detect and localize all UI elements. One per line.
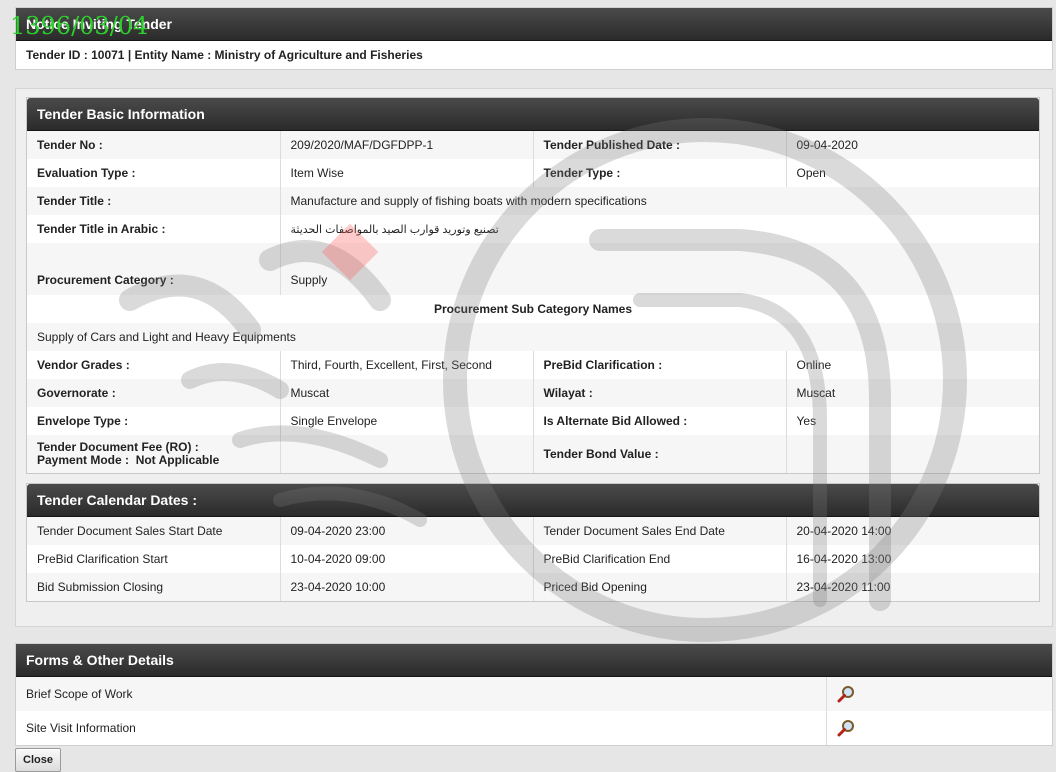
table-row: Tender Document Sales Start Date 09-04-2… [27,517,1039,545]
close-button[interactable]: Close [15,748,61,772]
date-stamp: 1396/03/04 [10,12,149,40]
calendar-value: 23-04-2020 11:00 [786,573,1039,601]
payment-mode-label: Payment Mode : [37,453,130,467]
table-row: Tender Document Fee (RO) : Payment Mode … [27,435,1039,473]
calendar-label: Bid Submission Closing [27,573,281,601]
table-row: Envelope Type : Single Envelope Is Alter… [27,407,1039,435]
prebid-value: Online [786,351,1039,379]
bond-value [786,435,1039,473]
notice-panel: Notice Inviting Tender Tender ID : 10071… [15,7,1053,70]
table-row: Tender Title in Arabic : تصنيع وتوريد قو… [27,215,1039,243]
payment-mode-value: Not Applicable [135,453,220,467]
arabic-title-value: تصنيع وتوريد قوارب الصيد بالمواصفات الحد… [280,215,1039,243]
published-date-label: Tender Published Date : [533,131,787,159]
table-row: Vendor Grades : Third, Fourth, Excellent… [27,351,1039,379]
arabic-title-text: تصنيع وتوريد قوارب الصيد بالمواصفات الحد… [290,224,499,236]
calendar-value: 16-04-2020 13:00 [786,545,1039,573]
table-row: Evaluation Type : Item Wise Tender Type … [27,159,1039,187]
calendar-value: 10-04-2020 09:00 [280,545,534,573]
alternate-bid-value: Yes [786,407,1039,435]
published-date-value: 09-04-2020 [786,131,1039,159]
form-item-label: Brief Scope of Work [16,677,827,711]
wilayat-value: Muscat [786,379,1039,407]
prebid-label: PreBid Clarification : [533,351,787,379]
tender-no-label: Tender No : [27,131,281,159]
vendor-grades-label: Vendor Grades : [27,351,281,379]
form-item-label: Site Visit Information [16,711,827,745]
category-label: Procurement Category : [27,243,281,295]
tender-title-label: Tender Title : [27,187,281,215]
table-row: Procurement Sub Category Names [27,295,1039,323]
magnifier-icon[interactable] [837,685,855,703]
tender-type-value: Open [786,159,1039,187]
document-fee-value [280,435,534,473]
calendar-table: Tender Document Sales Start Date 09-04-2… [27,517,1039,601]
calendar-value: 23-04-2020 10:00 [280,573,534,601]
wilayat-label: Wilayat : [533,379,787,407]
table-row: Site Visit Information [16,711,1052,745]
table-row: Supply of Cars and Light and Heavy Equip… [27,323,1039,351]
bond-value-label: Tender Bond Value : [533,435,787,473]
calendar-label: Tender Document Sales End Date [533,517,787,545]
alternate-bid-label: Is Alternate Bid Allowed : [533,407,787,435]
calendar-label: Tender Document Sales Start Date [27,517,281,545]
forms-table: Brief Scope of Work Site Visit Informati… [16,677,1052,745]
forms-title: Forms & Other Details [16,644,1052,677]
table-row: Governorate : Muscat Wilayat : Muscat [27,379,1039,407]
category-value: Supply [280,243,1039,295]
governorate-label: Governorate : [27,379,281,407]
calendar-value: 09-04-2020 23:00 [280,517,534,545]
tender-no-value: 209/2020/MAF/DGFDPP-1 [280,131,534,159]
evaluation-type-value: Item Wise [280,159,534,187]
calendar-label: PreBid Clarification Start [27,545,281,573]
tender-id-line: Tender ID : 10071 | Entity Name : Minist… [26,48,423,62]
basic-info-table: Tender No : 209/2020/MAF/DGFDPP-1 Tender… [27,131,1039,473]
form-item-action [826,677,1052,711]
calendar-label: Priced Bid Opening [533,573,787,601]
table-row: Brief Scope of Work [16,677,1052,711]
calendar-label: PreBid Clarification End [533,545,787,573]
evaluation-type-label: Evaluation Type : [27,159,281,187]
tender-title-value: Manufacture and supply of fishing boats … [280,187,1039,215]
table-row: Procurement Category : Supply [27,243,1039,295]
table-row: PreBid Clarification Start 10-04-2020 09… [27,545,1039,573]
subcategory-header: Procurement Sub Category Names [27,295,1039,323]
subcategory-value: Supply of Cars and Light and Heavy Equip… [27,323,1039,351]
table-row: Tender No : 209/2020/MAF/DGFDPP-1 Tender… [27,131,1039,159]
governorate-value: Muscat [280,379,534,407]
notice-title: Notice Inviting Tender [16,8,1052,41]
envelope-type-value: Single Envelope [280,407,534,435]
calendar-value: 20-04-2020 14:00 [786,517,1039,545]
arabic-title-label: Tender Title in Arabic : [27,215,281,243]
table-row: Bid Submission Closing 23-04-2020 10:00 … [27,573,1039,601]
tender-type-label: Tender Type : [533,159,787,187]
vendor-grades-value: Third, Fourth, Excellent, First, Second [280,351,534,379]
forms-panel: Forms & Other Details Brief Scope of Wor… [15,643,1053,746]
calendar-panel: Tender Calendar Dates : Tender Document … [26,483,1040,602]
envelope-type-label: Envelope Type : [27,407,281,435]
fee-cell: Tender Document Fee (RO) : Payment Mode … [27,435,281,473]
form-item-action [826,711,1052,745]
basic-info-title: Tender Basic Information [27,98,1039,131]
basic-info-panel: Tender Basic Information Tender No : 209… [26,97,1040,474]
magnifier-icon[interactable] [837,719,855,737]
table-row: Tender Title : Manufacture and supply of… [27,187,1039,215]
calendar-title: Tender Calendar Dates : [27,484,1039,517]
